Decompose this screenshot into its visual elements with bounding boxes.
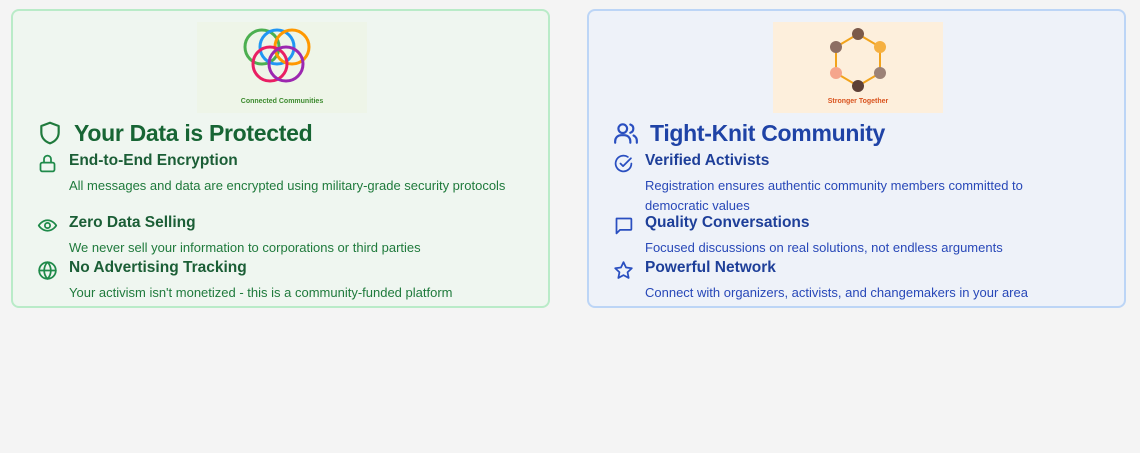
users-icon: [614, 123, 638, 144]
card-title: Tight-Knit Community: [613, 118, 885, 148]
check-circle-icon: [614, 154, 633, 173]
stronger-together-logo: Stronger Together: [773, 22, 943, 113]
card-title: Your Data is Protected: [37, 118, 313, 148]
feature-description: Your activism isn't monetized - this is …: [69, 285, 453, 300]
card-title-text: Tight-Knit Community: [650, 119, 886, 146]
shield-icon: [40, 121, 60, 145]
feature-description: Focused discussions on real solutions, n…: [645, 240, 1003, 255]
feature-description: All messages and data are encrypted usin…: [69, 178, 506, 193]
chat-icon: [615, 217, 633, 235]
feature-heading: Zero Data Selling: [69, 214, 196, 231]
globe-icon: [38, 261, 57, 280]
feature-heading: Verified Activists: [645, 152, 770, 169]
lock-icon: [39, 154, 56, 173]
feature-heading: Quality Conversations: [645, 214, 810, 231]
data-protection-card: Connected Communities Your Data is Prote…: [11, 9, 550, 308]
logo-caption: Stronger Together: [828, 98, 889, 105]
community-card: Stronger Together Tight-Knit Community V…: [587, 9, 1126, 308]
logo-caption: Connected Communities: [241, 98, 324, 105]
eye-icon: [37, 219, 58, 232]
card-title-text: Your Data is Protected: [74, 119, 313, 146]
feature-description: We never sell your information to corpor…: [69, 240, 421, 255]
feature-heading: End-to-End Encryption: [69, 152, 238, 169]
feature-description: Connect with organizers, activists, and …: [645, 285, 1028, 300]
page: Connected Communities Your Data is Prote…: [0, 0, 1140, 453]
feature-heading: No Advertising Tracking: [69, 259, 247, 276]
feature-description: Registration ensures authentic community…: [645, 178, 1023, 213]
star-icon: [614, 261, 633, 279]
connected-communities-logo: Connected Communities: [197, 22, 367, 113]
feature-heading: Powerful Network: [645, 259, 776, 276]
